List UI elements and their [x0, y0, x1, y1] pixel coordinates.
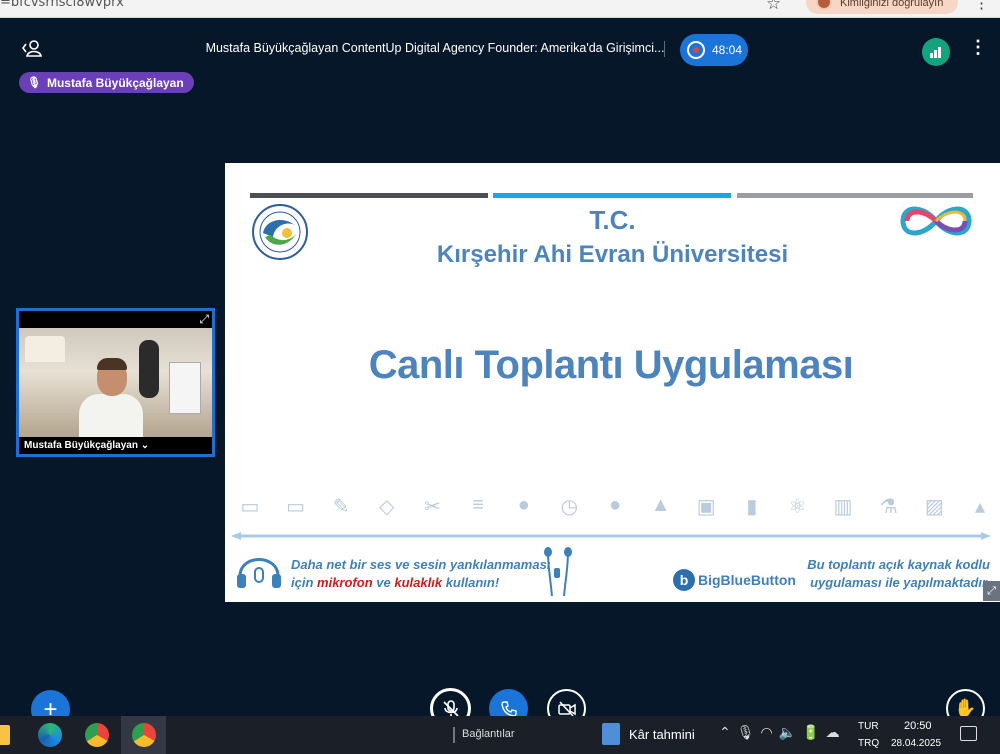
notification-center-icon[interactable]: [960, 726, 977, 741]
earphones-icon: [544, 547, 572, 597]
audio-tip-line1: Daha net bir ses ve sesin yankılanmaması: [291, 557, 551, 572]
taskbar-separator: [453, 727, 455, 743]
globe-stand-icon: ●: [608, 494, 622, 516]
verify-identity-button[interactable]: Kimliğinizi doğrulayın: [806, 0, 958, 14]
bbb-mark: b: [673, 569, 695, 591]
fullscreen-icon[interactable]: ⤢: [199, 312, 209, 327]
slide-bar-dark: [250, 193, 488, 198]
options-menu-icon[interactable]: ⋮: [969, 37, 987, 58]
camera-off-icon: [557, 700, 576, 717]
slide-bar-blue: [493, 193, 731, 198]
paint-cup-icon: ▮: [746, 496, 758, 518]
weather-widget-text[interactable]: Kâr tahmini: [629, 727, 695, 742]
slide-university-name: Kırşehir Ahi Evran Üniversitesi: [436, 241, 789, 268]
widget-icon[interactable]: [602, 723, 620, 745]
microphone-icon: 🎙: [27, 77, 41, 89]
clock-date[interactable]: 28.04.2025: [891, 738, 941, 749]
webcam-user-name[interactable]: Mustafa Büyükçağlayan ⌄: [24, 440, 149, 451]
slide-tc-title: T.C.: [589, 205, 636, 235]
profile-avatar-icon: [816, 0, 832, 10]
double-arrow-line: [231, 532, 991, 540]
audio-tip-microphone: mikrofon: [317, 575, 373, 590]
abacus-icon: ▥: [833, 496, 853, 518]
clock-time[interactable]: 20:50: [904, 720, 932, 732]
phone-icon: [500, 700, 517, 717]
globe-icon: ●: [517, 494, 530, 516]
edge-browser-icon[interactable]: [38, 723, 62, 747]
audio-tip-pre: için: [291, 575, 314, 590]
title-divider: [664, 41, 665, 57]
audio-tip-line2: için mikrofon ve kulaklık kullanın!: [291, 574, 550, 592]
presentation-fullscreen-button[interactable]: ⤢: [983, 581, 1000, 601]
audio-tip-and: ve: [376, 575, 391, 590]
browser-address-bar[interactable]: =bfcvsrhsci8wvprx ☆ Kimliğinizi doğrulay…: [0, 0, 1000, 18]
backpack-icon: ▣: [696, 496, 716, 518]
clock-icon: ◷: [560, 496, 579, 518]
system-tray-icons[interactable]: ⌃🎙◠🔈🔋☁: [719, 724, 846, 741]
graduation-cap-icon: ▴: [974, 496, 986, 518]
recording-time: 48:04: [712, 43, 743, 57]
education-icon-row: ▭ ▭ ✎ ◇ ✂ ≡ ● ◷ ● ▲ ▣ ▮ ⚛ ▥ ⚗ ▨ ▴: [235, 494, 995, 524]
presenter-video: [79, 358, 143, 437]
verify-identity-label: Kimliğinizi doğrulayın: [840, 0, 944, 9]
bookmark-star-icon[interactable]: ☆: [766, 0, 781, 14]
windows-taskbar: Bağlantılar Kâr tahmini ⌃🎙◠🔈🔋☁ TUR TRQ 2…: [0, 716, 1000, 754]
atom-icon: ⚛: [788, 496, 807, 518]
bell-icon: ▲: [650, 494, 671, 516]
talker-name: Mustafa Büyükçağlayan: [46, 75, 184, 90]
eraser-icon: ◇: [379, 496, 395, 518]
user-menu-caret-icon: ⌄: [140, 440, 150, 451]
chrome-browser-icon[interactable]: [85, 723, 109, 747]
laptop-icon: ▭: [286, 496, 306, 518]
tablet-icon: ▭: [240, 496, 260, 518]
keyboard-layout-indicator[interactable]: TRQ: [858, 738, 879, 749]
pencil-icon: ✎: [332, 496, 350, 518]
scissors-icon: ✂: [424, 496, 441, 518]
webcam-tile[interactable]: ⤢ Mustafa Büyükçağlayan ⌄: [16, 308, 215, 457]
chrome-profile-icon[interactable]: [132, 723, 156, 747]
file-explorer-icon[interactable]: [0, 725, 10, 745]
slide-bar-gray: [737, 193, 973, 198]
bbb-name: BigBlueButton: [698, 572, 796, 588]
books-icon: ≡: [472, 494, 484, 516]
audio-tip-headphone: kulaklık: [394, 575, 443, 590]
audio-tip-post: kullanın!: [445, 575, 500, 590]
recording-indicator[interactable]: 48:04: [680, 34, 748, 66]
teacher-board-icon: ▨: [924, 496, 944, 518]
microscope-icon: ⚗: [879, 496, 898, 518]
talking-indicator[interactable]: 🎙 Mustafa Büyükçağlayan: [19, 72, 194, 93]
webcam-video: [19, 328, 212, 437]
presentation-slide: T.C. Kırşehir Ahi Evran Üniversitesi Can…: [225, 163, 1000, 602]
browser-menu-icon[interactable]: ⋮: [974, 0, 989, 12]
slide-heading: Canlı Toplantı Uygulaması: [368, 343, 854, 387]
headset-icon: [237, 558, 281, 588]
audio-tip-note: Daha net bir ses ve sesin yankılanmaması…: [291, 556, 550, 592]
webcam-user-label: Mustafa Büyükçağlayan: [24, 440, 138, 451]
language-indicator[interactable]: TUR: [858, 721, 879, 732]
connection-status-button[interactable]: [922, 38, 950, 66]
url-text[interactable]: =bfcvsrhsci8wvprx: [0, 0, 124, 10]
taskbar-links[interactable]: Bağlantılar: [462, 728, 515, 740]
record-icon: [687, 41, 705, 59]
bigbluebutton-logo: b BigBlueButton: [673, 569, 796, 591]
